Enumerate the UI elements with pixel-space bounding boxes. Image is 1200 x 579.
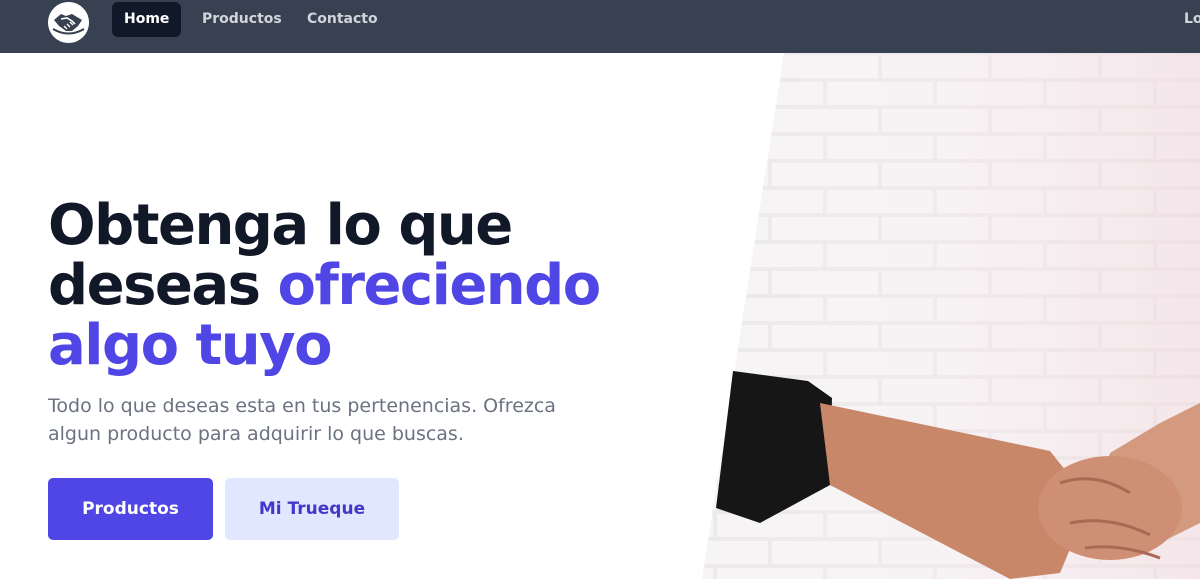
hero-headline: Obtenga lo que deseas ofreciendo algo tu… <box>48 196 688 376</box>
nav-home-link[interactable]: Home <box>112 2 182 37</box>
headline-accent-word: ofreciendo <box>277 253 602 318</box>
headline-line1: Obtenga lo que <box>48 193 513 258</box>
top-navbar: Home Productos Contacto Lo <box>0 0 1200 53</box>
nav-productos-link[interactable]: Productos <box>190 2 294 37</box>
handshake-logo-icon[interactable] <box>48 2 89 43</box>
headline-line2: deseas <box>48 253 261 318</box>
nav-contacto-link[interactable]: Contacto <box>295 2 390 37</box>
hero-subtitle: Todo lo que deseas esta en tus pertenenc… <box>48 395 556 445</box>
headline-accent-line3: algo tuyo <box>48 313 333 378</box>
hero-section: Obtenga lo que deseas ofreciendo algo tu… <box>48 196 688 376</box>
nav-login-link[interactable]: Lo <box>1184 2 1200 37</box>
productos-button[interactable]: Productos <box>48 478 213 540</box>
mi-trueque-button[interactable]: Mi Trueque <box>225 478 399 540</box>
